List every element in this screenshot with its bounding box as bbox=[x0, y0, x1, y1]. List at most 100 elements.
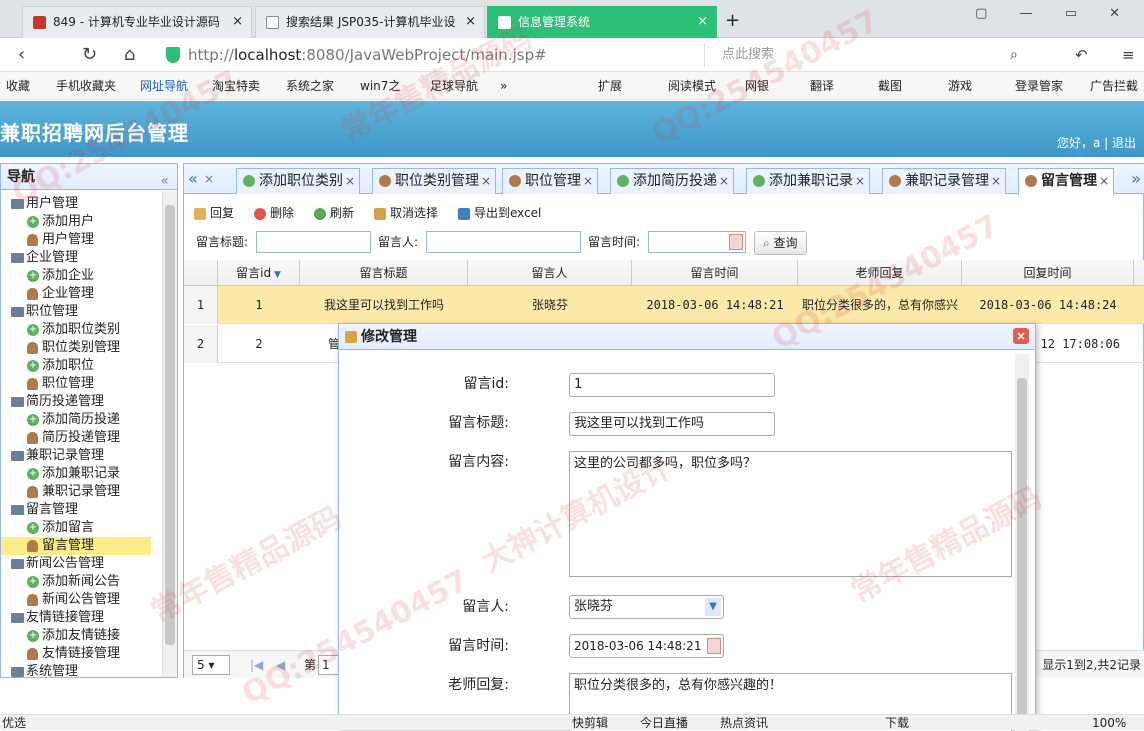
toolbar-reader[interactable]: 阅读模式 bbox=[668, 72, 716, 100]
nav-item[interactable]: 职位管理 bbox=[1, 375, 94, 393]
close-tab-icon[interactable]: × bbox=[345, 169, 355, 193]
nav-group[interactable]: 职位管理 bbox=[1, 303, 78, 321]
nav-item[interactable]: + 添加职位类别 bbox=[1, 321, 120, 339]
main-tab[interactable]: 添加兼职记录 × bbox=[746, 168, 870, 194]
nav-item[interactable]: + 添加友情链接 bbox=[1, 627, 120, 645]
browser-tab-1[interactable]: 849 - 计算机专业毕业设计源码 × bbox=[22, 6, 252, 38]
tabs-scroll-left-icon[interactable]: « bbox=[188, 169, 198, 188]
main-tab[interactable]: 职位类别管理 × bbox=[372, 168, 496, 194]
close-tab-icon[interactable]: × bbox=[719, 169, 729, 193]
grid-col-person[interactable]: 留言人 bbox=[468, 260, 632, 286]
bookmark-item[interactable]: 网址导航 bbox=[140, 72, 188, 100]
prev-page-icon[interactable]: ◀ bbox=[276, 651, 285, 679]
close-tab-icon[interactable]: × bbox=[855, 169, 865, 193]
close-tab-icon[interactable]: × bbox=[1099, 169, 1109, 193]
grid-col-reply[interactable]: 老师回复 bbox=[798, 260, 962, 286]
close-tab-icon[interactable]: × bbox=[991, 169, 1001, 193]
home-icon[interactable]: ⌂ bbox=[124, 44, 135, 65]
nav-item[interactable]: + 添加兼职记录 bbox=[1, 465, 120, 483]
search-time-input[interactable] bbox=[648, 231, 746, 253]
toolbar-games[interactable]: 游戏 bbox=[948, 72, 972, 100]
status-download[interactable]: 下载 bbox=[885, 715, 909, 731]
grid-col-reply-time[interactable]: 回复时间 bbox=[962, 260, 1134, 286]
nav-item[interactable]: + 添加用户 bbox=[1, 213, 94, 231]
back-arrow-icon[interactable]: ‹ bbox=[18, 44, 25, 65]
bookmark-item[interactable]: 收藏 bbox=[6, 72, 30, 100]
window-controls[interactable]: ▢ — ▭ ✕ bbox=[975, 6, 1134, 21]
field-id-input[interactable]: 1 bbox=[569, 373, 775, 397]
bookmark-item[interactable]: win7之 bbox=[360, 72, 400, 100]
toolbar-bank[interactable]: 网银 bbox=[745, 72, 769, 100]
dialog-scrollbar[interactable] bbox=[1015, 354, 1029, 731]
browser-tab-2[interactable]: 搜索结果 JSP035-计算机毕业设 × bbox=[255, 6, 485, 38]
grid-col-time[interactable]: 留言时间 bbox=[632, 260, 798, 286]
url-field[interactable]: http://localhost:8080/JavaWebProject/mai… bbox=[160, 43, 705, 67]
nav-item[interactable]: + 添加简历投递 bbox=[1, 411, 120, 429]
cancel-select-button[interactable]: 取消选择 bbox=[374, 202, 438, 224]
nav-item[interactable]: 用户管理 bbox=[1, 231, 94, 249]
nav-group[interactable]: 留言管理 bbox=[1, 501, 78, 519]
nav-item[interactable]: + 添加职位 bbox=[1, 357, 94, 375]
nav-item[interactable]: 职位类别管理 bbox=[1, 339, 120, 357]
toolbar-translate[interactable]: 翻译 bbox=[810, 72, 834, 100]
bookmark-item[interactable]: 淘宝特卖 bbox=[212, 72, 260, 100]
refresh-button[interactable]: 刷新 bbox=[314, 202, 354, 224]
bookmark-item[interactable]: 手机收藏夹 bbox=[56, 72, 116, 100]
first-page-icon[interactable]: |◀ bbox=[250, 651, 263, 679]
table-row[interactable]: 1 1 我这里可以找到工作吗 张晓芬 2018-03-06 14:48:21 职… bbox=[184, 286, 1144, 324]
nav-group[interactable]: 兼职记录管理 bbox=[1, 447, 104, 465]
browser-tab-3[interactable]: 信息管理系统 × bbox=[487, 6, 717, 38]
close-icon[interactable]: × bbox=[1013, 328, 1029, 344]
bookmark-item[interactable]: 系统之家 bbox=[286, 72, 334, 100]
search-icon[interactable]: ⌕ bbox=[1010, 47, 1018, 63]
main-tab[interactable]: 兼职记录管理 × bbox=[882, 168, 1006, 194]
field-time-input[interactable]: 2018-03-06 14:48:21 bbox=[569, 634, 724, 658]
close-tab-icon[interactable]: × bbox=[232, 7, 243, 37]
nav-item[interactable]: 留言管理 bbox=[1, 537, 151, 555]
reload-icon[interactable]: ↻ bbox=[82, 44, 97, 65]
nav-group[interactable]: 企业管理 bbox=[1, 249, 78, 267]
toolbar-ext[interactable]: 扩展 bbox=[598, 72, 622, 100]
nav-item[interactable]: + 添加留言 bbox=[1, 519, 94, 537]
nav-group[interactable]: 系统管理 bbox=[1, 663, 78, 677]
nav-group[interactable]: 友情链接管理 bbox=[1, 609, 104, 627]
greeting-logout[interactable]: 您好，a | 退出 bbox=[1057, 134, 1136, 151]
delete-button[interactable]: 删除 bbox=[254, 202, 294, 224]
close-tab-icon[interactable]: × bbox=[465, 7, 476, 37]
field-person-select[interactable]: 张晓芬 ▼ bbox=[569, 595, 724, 619]
nav-item[interactable]: + 添加企业 bbox=[1, 267, 94, 285]
tabs-scroll-right-icon[interactable]: » bbox=[1131, 169, 1141, 188]
field-content-textarea[interactable]: 这里的公司都多吗，职位多吗？ bbox=[569, 451, 1012, 577]
nav-item[interactable]: + 添加新闻公告 bbox=[1, 573, 120, 591]
nav-item[interactable]: 兼职记录管理 bbox=[1, 483, 120, 501]
close-tab-icon[interactable]: × bbox=[481, 169, 491, 193]
export-excel-button[interactable]: 导出到excel bbox=[458, 202, 541, 224]
nav-item[interactable]: 企业管理 bbox=[1, 285, 94, 303]
browser-search-input[interactable]: 点此搜索 bbox=[722, 43, 1022, 67]
nav-item[interactable]: 友情链接管理 bbox=[1, 645, 120, 663]
calendar-icon[interactable] bbox=[707, 638, 721, 654]
status-news[interactable]: 热点资讯 bbox=[720, 715, 768, 731]
bookmark-item[interactable]: 足球导航 bbox=[430, 72, 478, 100]
close-tab-icon[interactable]: × bbox=[697, 7, 708, 37]
reply-button[interactable]: 回复 bbox=[194, 202, 234, 224]
bookmark-overflow[interactable]: » bbox=[500, 72, 507, 100]
search-person-input[interactable] bbox=[426, 231, 581, 253]
grid-col-title[interactable]: 留言标题 bbox=[300, 260, 468, 286]
status-quickclip[interactable]: 快剪辑 bbox=[572, 715, 608, 731]
main-tab[interactable]: 留言管理 × bbox=[1018, 168, 1114, 195]
tab-fragment-close[interactable]: × bbox=[204, 172, 214, 186]
undo-icon[interactable]: ↶ bbox=[1075, 46, 1088, 64]
search-title-input[interactable] bbox=[256, 231, 371, 253]
page-size-select[interactable]: 5 ▾ bbox=[192, 655, 230, 675]
main-tab[interactable]: 职位管理 × bbox=[502, 168, 598, 194]
chevron-down-icon[interactable]: ▼ bbox=[705, 598, 721, 616]
close-tab-icon[interactable]: × bbox=[583, 169, 593, 193]
new-tab-button[interactable]: + bbox=[725, 10, 740, 31]
status-live[interactable]: 今日直播 bbox=[640, 715, 688, 731]
nav-group[interactable]: 简历投递管理 bbox=[1, 393, 104, 411]
grid-col-id[interactable]: 留言id ▼ bbox=[218, 260, 300, 286]
main-tab[interactable]: 添加职位类别 × bbox=[236, 168, 360, 194]
toolbar-login[interactable]: 登录管家 bbox=[1015, 72, 1063, 100]
page-number-input[interactable]: 1 bbox=[318, 655, 340, 675]
